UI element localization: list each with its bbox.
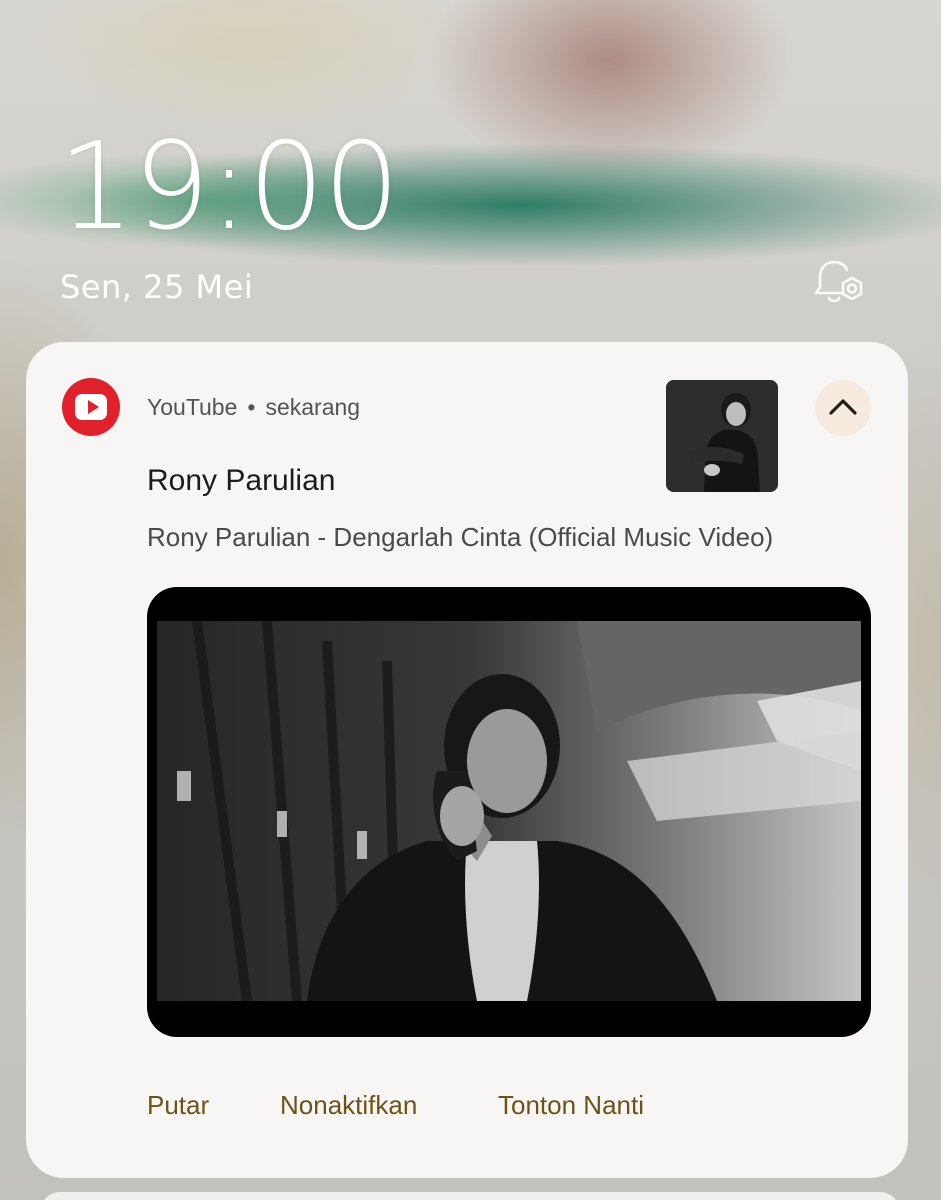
notification-header: YouTube • sekarang (147, 394, 360, 421)
chevron-up-icon (829, 399, 857, 415)
action-disable-button[interactable]: Nonaktifkan (280, 1090, 417, 1121)
channel-thumbnail (666, 380, 778, 492)
youtube-icon (62, 378, 120, 436)
notification-title: Rony Parulian (147, 464, 336, 497)
bell-settings-icon[interactable] (812, 256, 868, 308)
notification-card[interactable]: YouTube • sekarang Rony Parulian Rony Paru… (26, 342, 908, 1178)
action-watch-later-button[interactable]: Tonton Nanti (498, 1090, 644, 1121)
notification-text: Rony Parulian - Dengarlah Cinta (Officia… (147, 522, 774, 552)
lockscreen-clock: 19:00 (58, 118, 400, 257)
lockscreen-date: Sen, 25 Mei (60, 268, 254, 306)
video-preview-image[interactable] (147, 587, 871, 1037)
next-notification-card[interactable] (40, 1192, 900, 1200)
timestamp: sekarang (265, 394, 361, 420)
app-name: YouTube (147, 394, 238, 420)
separator-dot: • (247, 394, 256, 420)
collapse-button[interactable] (815, 380, 871, 436)
action-play-button[interactable]: Putar (147, 1090, 209, 1121)
